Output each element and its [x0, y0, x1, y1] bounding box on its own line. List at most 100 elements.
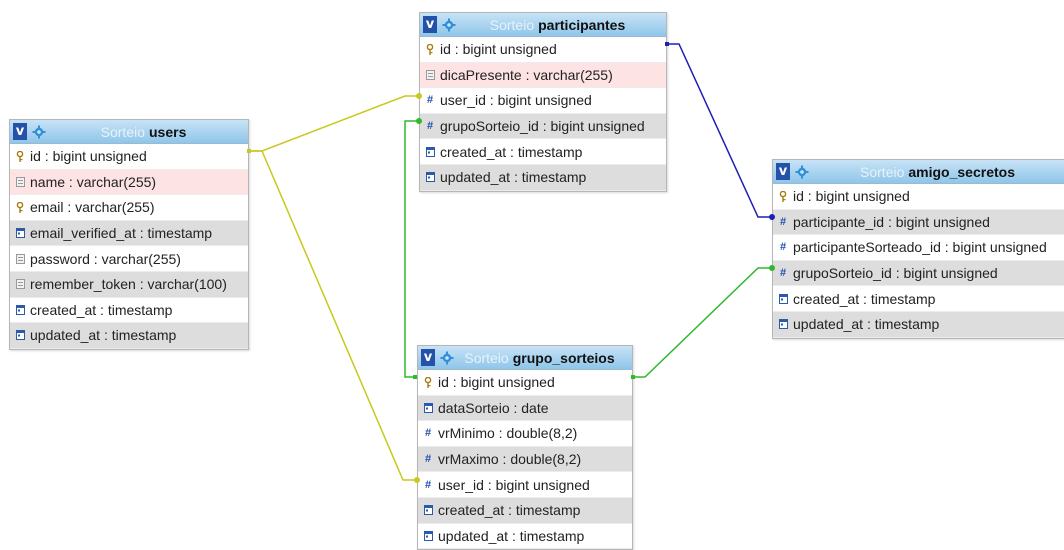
timestamp-icon	[423, 505, 433, 516]
timestamp-icon	[423, 530, 433, 541]
column-row[interactable]: dataSorteio : date	[418, 395, 632, 422]
column-label: updated_at : timestamp	[440, 169, 587, 186]
column-label: id : bigint unsigned	[793, 188, 910, 205]
column-row[interactable]: id : bigint unsigned	[418, 370, 632, 396]
database-name: Sorteio	[464, 349, 509, 366]
gear-icon[interactable]	[794, 164, 810, 180]
number-field-icon: #	[424, 478, 432, 491]
table-users[interactable]: v Sorteio users id : bigint unsigned name : …	[9, 119, 249, 350]
table-name: amigo_secretos	[908, 163, 1015, 180]
column-row[interactable]: updated_at : timestamp	[10, 323, 248, 349]
column-row[interactable]: id : bigint unsigned	[420, 37, 666, 63]
column-label: id : bigint unsigned	[440, 41, 557, 58]
column-row[interactable]: updated_at : timestamp	[418, 524, 632, 550]
column-row[interactable]: # user_id : bigint unsigned	[418, 472, 632, 498]
number-field-icon: #	[779, 215, 787, 228]
number-field-icon: #	[426, 120, 434, 133]
collapse-toggle-icon[interactable]: v	[13, 123, 27, 140]
column-row[interactable]: dicaPresente : varchar(255)	[420, 62, 666, 89]
relation-line-users-to-grupo-sorteios	[247, 150, 417, 481]
column-label: name : varchar(255)	[30, 173, 157, 190]
gear-icon[interactable]	[31, 124, 47, 140]
text-field-icon	[15, 253, 25, 264]
column-label: created_at : timestamp	[438, 502, 581, 519]
gear-icon[interactable]	[439, 350, 455, 366]
table-header[interactable]: v Sorteio participantes	[420, 13, 666, 37]
column-row[interactable]: # grupoSorteio_id : bigint unsigned	[773, 260, 1064, 287]
database-name: Sorteio	[100, 123, 145, 140]
column-label: updated_at : timestamp	[438, 527, 585, 544]
column-label: participante_id : bigint unsigned	[793, 213, 990, 230]
number-field-icon: #	[779, 241, 787, 254]
column-label: participanteSorteado_id : bigint unsigne…	[793, 239, 1047, 256]
column-row[interactable]: name : varchar(255)	[10, 169, 248, 196]
column-label: password : varchar(255)	[30, 250, 181, 267]
timestamp-icon	[778, 319, 788, 330]
table-header[interactable]: v Sorteio amigo_secretos	[773, 160, 1064, 184]
text-field-icon	[15, 176, 25, 187]
column-row[interactable]: password : varchar(255)	[10, 246, 248, 272]
column-row[interactable]: email : varchar(255)	[10, 195, 248, 221]
database-name: Sorteio	[860, 163, 905, 180]
number-field-icon: #	[424, 427, 432, 440]
timestamp-icon	[15, 330, 25, 341]
column-label: email : varchar(255)	[30, 199, 155, 216]
column-row[interactable]: # vrMinimo : double(8,2)	[418, 421, 632, 447]
column-label: user_id : bigint unsigned	[438, 476, 590, 493]
column-row[interactable]: updated_at : timestamp	[420, 164, 666, 191]
column-label: grupoSorteio_id : bigint unsigned	[440, 118, 645, 135]
column-label: created_at : timestamp	[440, 143, 583, 160]
column-row[interactable]: created_at : timestamp	[773, 286, 1064, 312]
column-row[interactable]: created_at : timestamp	[10, 298, 248, 324]
timestamp-icon	[425, 146, 435, 157]
timestamp-icon	[778, 293, 788, 304]
column-label: remember_token : varchar(100)	[30, 276, 227, 293]
column-row[interactable]: created_at : timestamp	[420, 139, 666, 165]
table-title: Sorteio participantes	[457, 17, 666, 33]
column-row[interactable]: updated_at : timestamp	[773, 311, 1064, 338]
column-row[interactable]: created_at : timestamp	[418, 497, 632, 524]
text-field-icon	[15, 279, 25, 290]
gear-icon[interactable]	[441, 17, 457, 33]
database-name: Sorteio	[489, 16, 535, 33]
column-row[interactable]: # grupoSorteio_id : bigint unsigned	[420, 113, 666, 140]
column-row[interactable]: remember_token : varchar(100)	[10, 271, 248, 298]
collapse-toggle-icon[interactable]: v	[423, 16, 437, 33]
table-title: Sorteio grupo_sorteios	[455, 350, 632, 366]
table-title: Sorteio users	[47, 124, 248, 140]
relation-line-users-to-participantes	[247, 95, 419, 152]
timestamp-icon	[15, 304, 25, 315]
table-header[interactable]: v Sorteio users	[10, 120, 248, 144]
timestamp-icon	[425, 172, 435, 183]
column-label: vrMinimo : double(8,2)	[438, 425, 578, 442]
column-row[interactable]: # participante_id : bigint unsigned	[773, 209, 1064, 236]
column-row[interactable]: # user_id : bigint unsigned	[420, 88, 666, 114]
number-field-icon: #	[426, 94, 434, 107]
key-icon	[423, 376, 433, 388]
column-label: dataSorteio : date	[438, 399, 549, 416]
column-row[interactable]: id : bigint unsigned	[773, 184, 1064, 210]
number-field-icon: #	[779, 267, 787, 280]
column-label: id : bigint unsigned	[438, 374, 555, 391]
column-row[interactable]: id : bigint unsigned	[10, 144, 248, 170]
key-icon	[15, 150, 25, 162]
relation-line-grupo-sorteios-to-participantes	[404, 120, 419, 378]
number-field-icon: #	[424, 453, 432, 466]
collapse-toggle-icon[interactable]: v	[421, 349, 435, 366]
column-label: vrMaximo : double(8,2)	[438, 451, 582, 468]
column-row[interactable]: # vrMaximo : double(8,2)	[418, 446, 632, 473]
column-row[interactable]: # participanteSorteado_id : bigint unsign…	[773, 235, 1064, 261]
column-label: created_at : timestamp	[30, 301, 173, 318]
column-label: created_at : timestamp	[793, 290, 936, 307]
table-name: participantes	[538, 16, 626, 33]
table-participantes[interactable]: v Sorteio participantes id : bigint unsigne…	[419, 12, 667, 192]
column-row[interactable]: email_verified_at : timestamp	[10, 220, 248, 247]
table-header[interactable]: v Sorteio grupo_sorteios	[418, 346, 632, 370]
table-name: users	[149, 123, 187, 140]
table-grupo-sorteios[interactable]: v Sorteio grupo_sorteiosid : bigint unsign…	[417, 345, 633, 550]
collapse-toggle-icon[interactable]: v	[776, 163, 790, 180]
column-label: dicaPresente : varchar(255)	[440, 66, 613, 83]
column-label: updated_at : timestamp	[30, 327, 177, 344]
timestamp-icon	[15, 228, 25, 239]
table-amigo-secretos[interactable]: v Sorteio amigo_secretosid : bigint unsign…	[772, 159, 1064, 339]
